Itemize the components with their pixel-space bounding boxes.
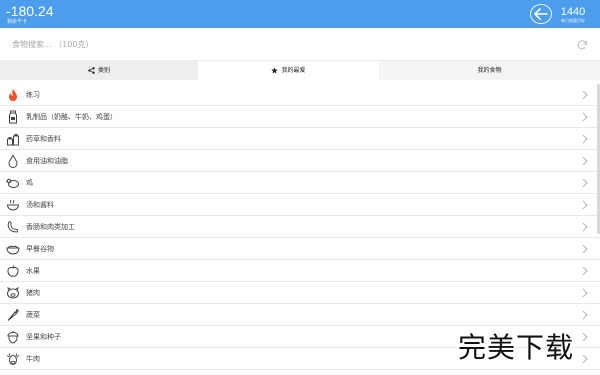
sausage-icon <box>7 221 19 233</box>
cow-icon <box>6 353 20 365</box>
chevron-right-icon <box>582 354 588 364</box>
refresh-icon[interactable] <box>576 39 588 51</box>
list-item[interactable]: 早餐谷物 <box>0 238 600 260</box>
flame-icon <box>9 89 17 101</box>
pig-icon <box>7 286 19 299</box>
acorn-icon <box>7 331 19 344</box>
milk-bottle-icon <box>9 110 17 124</box>
chevron-right-icon <box>582 310 588 320</box>
chevron-right-icon <box>582 200 588 210</box>
chicken-icon <box>6 178 19 188</box>
search-bar <box>0 28 600 61</box>
chevron-right-icon <box>582 222 588 232</box>
star-icon <box>271 67 279 74</box>
list-item-label: 坚果和种子 <box>26 333 61 341</box>
list-item[interactable]: 蔬菜 <box>0 304 600 326</box>
list-item-label: 猪肉 <box>26 289 40 297</box>
share-icon <box>88 67 95 74</box>
list-item-label: 水果 <box>26 267 40 275</box>
list-item[interactable]: 汤和酱料 <box>0 194 600 216</box>
list-item[interactable]: 食用油和油脂 <box>0 150 600 172</box>
watermark: 完美下载 <box>458 331 575 364</box>
list-item-label: 早餐谷物 <box>26 245 54 253</box>
chevron-right-icon <box>582 178 588 188</box>
tab-favorites[interactable]: 我的最爱 <box>198 61 379 80</box>
remaining-calories-label: 剩余千卡 <box>7 19 28 25</box>
remaining-calories-value: -180.24 <box>6 3 54 19</box>
apple-icon <box>7 265 19 277</box>
list-item-label: 香肠和肉类加工 <box>26 223 75 231</box>
list-item[interactable]: 练习 <box>0 84 600 106</box>
list-item-label: 鸡 <box>26 179 33 187</box>
list-item-label: 食用油和油脂 <box>26 157 68 165</box>
carrot-icon <box>7 308 20 321</box>
list-item[interactable]: 鸡 <box>0 172 600 194</box>
list-item[interactable]: 猪肉 <box>0 282 600 304</box>
spice-jars-icon <box>7 134 19 146</box>
tab-favorites-label: 我的最爱 <box>281 67 306 74</box>
cereal-bowl-icon <box>6 245 20 255</box>
list-item-label: 药草和香料 <box>26 135 61 143</box>
list-item[interactable]: 水果 <box>0 260 600 282</box>
chevron-right-icon <box>582 90 588 100</box>
soup-bowl-icon <box>6 199 20 211</box>
arrow-left-icon <box>534 8 548 20</box>
tab-categories[interactable]: 类别 <box>0 61 198 80</box>
tab-my-foods-label: 我的食物 <box>477 67 502 74</box>
list-item-label: 牛肉 <box>26 355 40 363</box>
back-button[interactable] <box>530 4 552 24</box>
chevron-right-icon <box>582 332 588 342</box>
chevron-right-icon <box>582 112 588 122</box>
chevron-right-icon <box>582 288 588 298</box>
tab-categories-label: 类别 <box>97 67 110 74</box>
list-item-label: 汤和酱料 <box>26 201 54 209</box>
chevron-right-icon <box>582 134 588 144</box>
list-item[interactable]: 香肠和肉类加工 <box>0 216 600 238</box>
list-item-label: 乳制品（奶酪、牛奶、鸡蛋） <box>26 113 117 121</box>
daily-goal-value: 1440 <box>560 6 586 18</box>
list-item[interactable]: 药草和香料 <box>0 128 600 150</box>
top-bar: -180.24 剩余千卡 1440 每日热量目标 <box>0 0 600 28</box>
chevron-right-icon <box>582 156 588 166</box>
oil-drop-icon <box>8 154 18 168</box>
chevron-right-icon <box>582 266 588 276</box>
tab-bar: 类别 我的最爱 我的食物 <box>0 61 600 80</box>
tab-my-foods[interactable]: 我的食物 <box>379 61 600 80</box>
chevron-right-icon <box>582 244 588 254</box>
list-item-label: 蔬菜 <box>26 311 40 319</box>
list-item-label: 练习 <box>26 91 40 99</box>
list-item[interactable]: 乳制品（奶酪、牛奶、鸡蛋） <box>0 106 600 128</box>
daily-goal-label: 每日热量目标 <box>561 18 585 23</box>
food-search-input[interactable] <box>12 37 552 52</box>
